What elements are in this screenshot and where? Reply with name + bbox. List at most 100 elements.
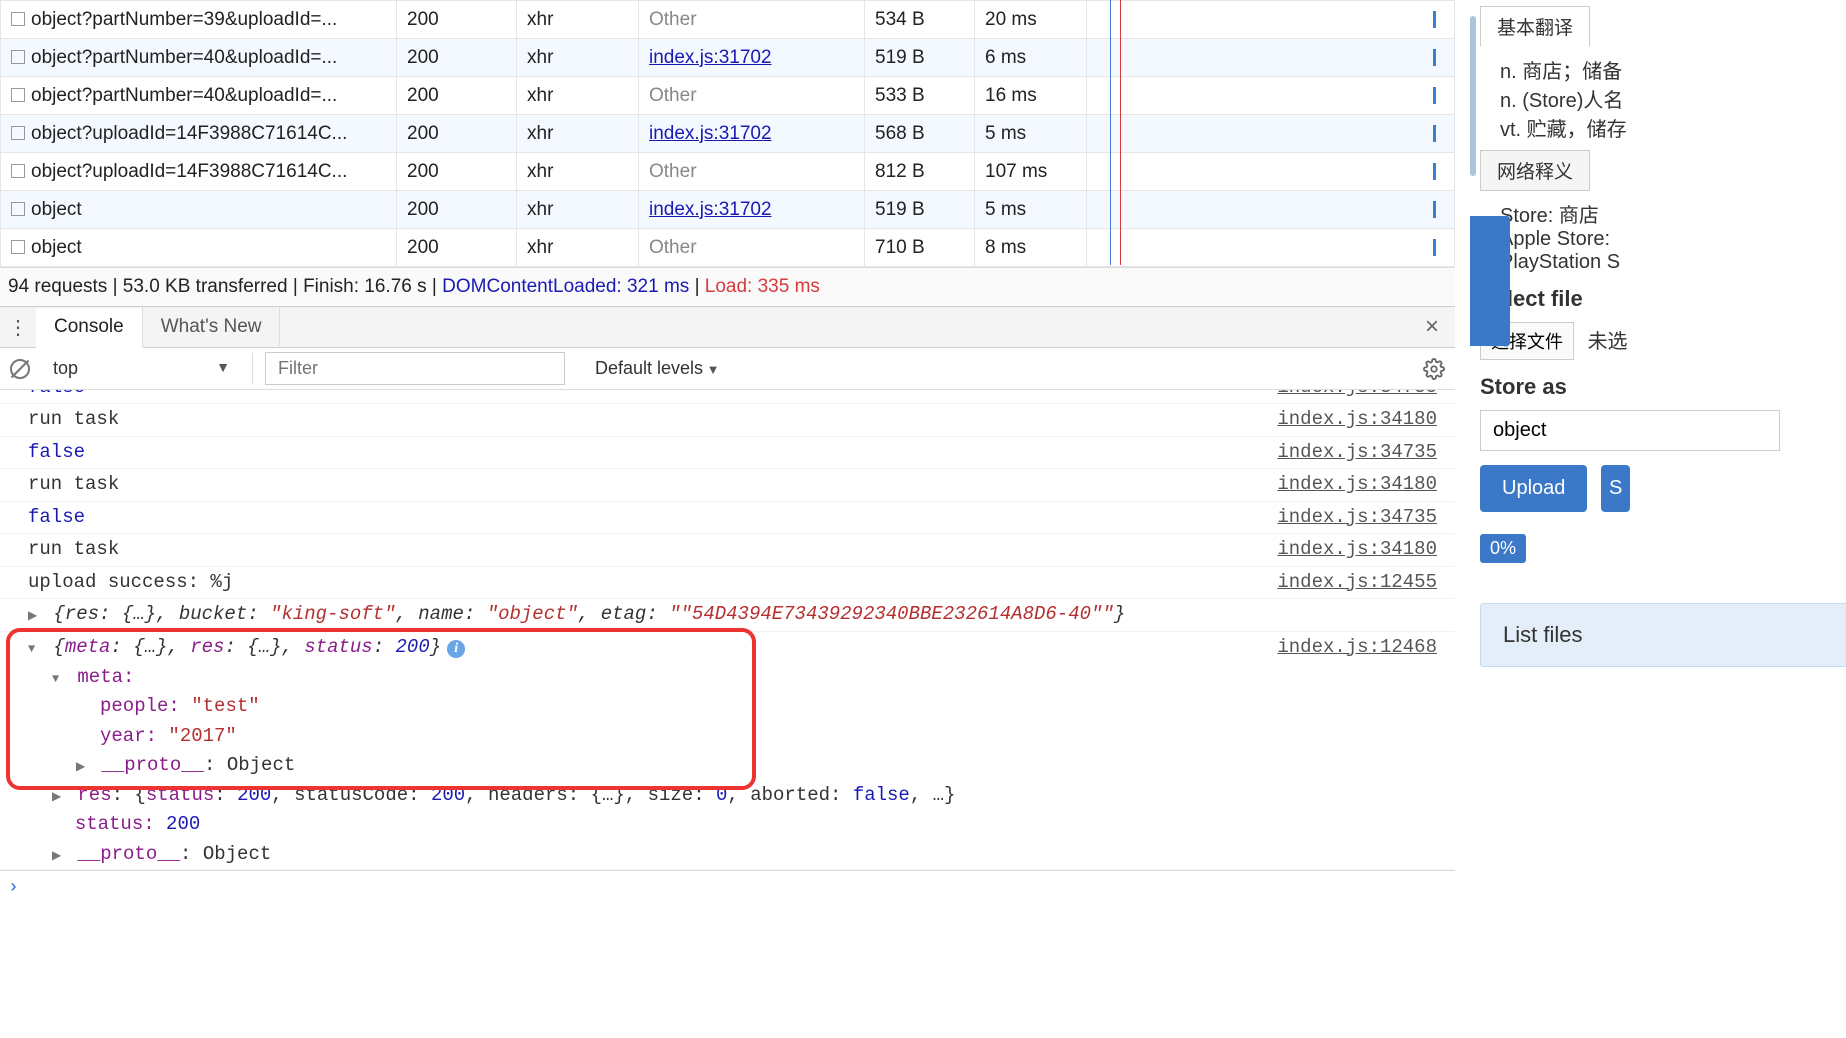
drawer-close-icon[interactable]: × <box>1409 313 1455 341</box>
expand-icon[interactable] <box>76 751 90 780</box>
log-levels-dropdown[interactable]: Default levels <box>577 358 720 379</box>
source-link[interactable]: index.js:34735 <box>1277 438 1437 467</box>
log-message: false <box>28 390 85 402</box>
tab-console[interactable]: Console <box>36 308 143 348</box>
console-output: falseindex.js:34735run taskindex.js:3418… <box>0 390 1455 1038</box>
row-select-checkbox[interactable] <box>11 126 25 140</box>
info-icon[interactable]: i <box>447 640 465 658</box>
web-definition-item: Store: 商店 <box>1500 199 1846 228</box>
col-initiator[interactable]: index.js:31702 <box>639 115 865 153</box>
web-definition-item: PlayStation S <box>1500 251 1846 274</box>
expand-icon[interactable] <box>52 840 66 869</box>
col-waterfall <box>1087 77 1455 115</box>
object-property[interactable]: __proto__: Object <box>0 840 1455 870</box>
col-name: object?uploadId=14F3988C71614C... <box>1 115 397 153</box>
col-initiator: Other <box>639 1 865 39</box>
col-size: 568 B <box>865 115 975 153</box>
upload-button[interactable]: Upload <box>1480 465 1587 512</box>
object-property: year: "2017" <box>0 722 1455 751</box>
list-files-panel[interactable]: List files <box>1480 603 1846 667</box>
tab-basic-translation[interactable]: 基本翻译 <box>1480 6 1590 47</box>
col-time: 6 ms <box>975 39 1087 77</box>
col-time: 5 ms <box>975 191 1087 229</box>
accent-bar <box>1470 16 1476 176</box>
context-selector[interactable]: top <box>42 353 253 384</box>
gear-icon[interactable] <box>1423 358 1445 380</box>
network-row[interactable]: object?partNumber=40&uploadId=...200xhri… <box>1 39 1455 77</box>
col-type: xhr <box>517 191 639 229</box>
network-table-container: object?partNumber=39&uploadId=...200xhrO… <box>0 0 1455 267</box>
col-name: object?partNumber=39&uploadId=... <box>1 1 397 39</box>
drawer-menu-icon[interactable]: ⋮ <box>0 315 36 340</box>
col-initiator[interactable]: index.js:31702 <box>639 39 865 77</box>
col-name: object <box>1 229 397 267</box>
clear-console-icon[interactable] <box>10 359 30 379</box>
network-row[interactable]: object200xhrindex.js:31702519 B5 ms <box>1 191 1455 229</box>
row-select-checkbox[interactable] <box>11 88 25 102</box>
tab-whats-new[interactable]: What's New <box>143 308 281 346</box>
source-link[interactable]: index.js:34180 <box>1277 470 1437 499</box>
network-row[interactable]: object200xhrOther710 B8 ms <box>1 229 1455 267</box>
col-size: 534 B <box>865 1 975 39</box>
summary-transferred: 53.0 KB transferred <box>123 276 288 297</box>
col-type: xhr <box>517 115 639 153</box>
store-as-input[interactable] <box>1480 410 1780 451</box>
object-property[interactable]: meta: <box>0 663 1455 692</box>
select-file-heading: Select file <box>1480 286 1846 312</box>
source-link[interactable]: index.js:34180 <box>1277 405 1437 434</box>
col-status: 200 <box>397 1 517 39</box>
col-time: 107 ms <box>975 153 1087 191</box>
waterfall-load-line <box>1120 0 1121 265</box>
col-status: 200 <box>397 153 517 191</box>
expand-icon[interactable] <box>52 781 66 810</box>
col-type: xhr <box>517 77 639 115</box>
collapse-icon[interactable] <box>52 663 66 692</box>
object-summary: {res: {…}, bucket: "king-soft", name: "o… <box>53 603 1125 625</box>
console-object-row[interactable]: {res: {…}, bucket: "king-soft", name: "o… <box>0 599 1455 631</box>
network-row[interactable]: object?uploadId=14F3988C71614C...200xhri… <box>1 115 1455 153</box>
row-select-checkbox[interactable] <box>11 50 25 64</box>
object-summary: {meta: {…}, res: {…}, status: 200} <box>53 636 441 658</box>
store-as-heading: Store as <box>1480 374 1846 400</box>
expand-icon[interactable] <box>28 600 42 629</box>
summary-domcontentloaded: DOMContentLoaded: 321 ms <box>442 276 689 297</box>
console-prompt[interactable]: › <box>0 870 1455 907</box>
col-waterfall <box>1087 1 1455 39</box>
row-select-checkbox[interactable] <box>11 202 25 216</box>
col-type: xhr <box>517 229 639 267</box>
source-link[interactable]: index.js:34735 <box>1277 503 1437 532</box>
collapse-icon[interactable] <box>28 633 42 662</box>
no-file-label: 未选 <box>1588 331 1628 353</box>
translation-list: n. 商店；储备n. (Store)人名vt. 贮藏，储存 <box>1480 47 1846 150</box>
translation-item: n. (Store)人名 <box>1500 84 1846 113</box>
row-select-checkbox[interactable] <box>11 164 25 178</box>
console-log-row: falseindex.js:34735 <box>0 502 1455 534</box>
network-row[interactable]: object?uploadId=14F3988C71614C...200xhrO… <box>1 153 1455 191</box>
dictionary-widget: 基本翻译 n. 商店；储备n. (Store)人名vt. 贮藏，储存 网络释义 … <box>1480 6 1846 282</box>
source-link[interactable]: index.js:12468 <box>1277 633 1437 662</box>
row-select-checkbox[interactable] <box>11 240 25 254</box>
console-log-row: upload success: %jindex.js:12455 <box>0 567 1455 599</box>
tab-web-definition[interactable]: 网络释义 <box>1480 150 1590 191</box>
row-select-checkbox[interactable] <box>11 12 25 26</box>
summary-load: Load: 335 ms <box>705 276 820 297</box>
devtools-panel: object?partNumber=39&uploadId=...200xhrO… <box>0 0 1455 1038</box>
col-status: 200 <box>397 191 517 229</box>
console-object-row[interactable]: {meta: {…}, res: {…}, status: 200} i inde… <box>0 632 1455 663</box>
secondary-button[interactable]: S <box>1601 465 1630 512</box>
network-row[interactable]: object?partNumber=40&uploadId=...200xhrO… <box>1 77 1455 115</box>
console-filter-input[interactable] <box>265 352 565 385</box>
network-row[interactable]: object?partNumber=39&uploadId=...200xhrO… <box>1 1 1455 39</box>
context-value: top <box>42 353 242 384</box>
object-property[interactable]: res: {status: 200, statusCode: 200, head… <box>0 781 1455 810</box>
col-type: xhr <box>517 1 639 39</box>
col-waterfall <box>1087 229 1455 267</box>
source-link[interactable]: index.js:12455 <box>1277 568 1437 597</box>
col-initiator[interactable]: index.js:31702 <box>639 191 865 229</box>
source-link[interactable]: index.js:34180 <box>1277 535 1437 564</box>
object-property[interactable]: __proto__: Object <box>0 751 1455 780</box>
col-waterfall <box>1087 153 1455 191</box>
col-time: 20 ms <box>975 1 1087 39</box>
source-link[interactable]: index.js:34735 <box>1277 390 1437 402</box>
col-name: object <box>1 191 397 229</box>
